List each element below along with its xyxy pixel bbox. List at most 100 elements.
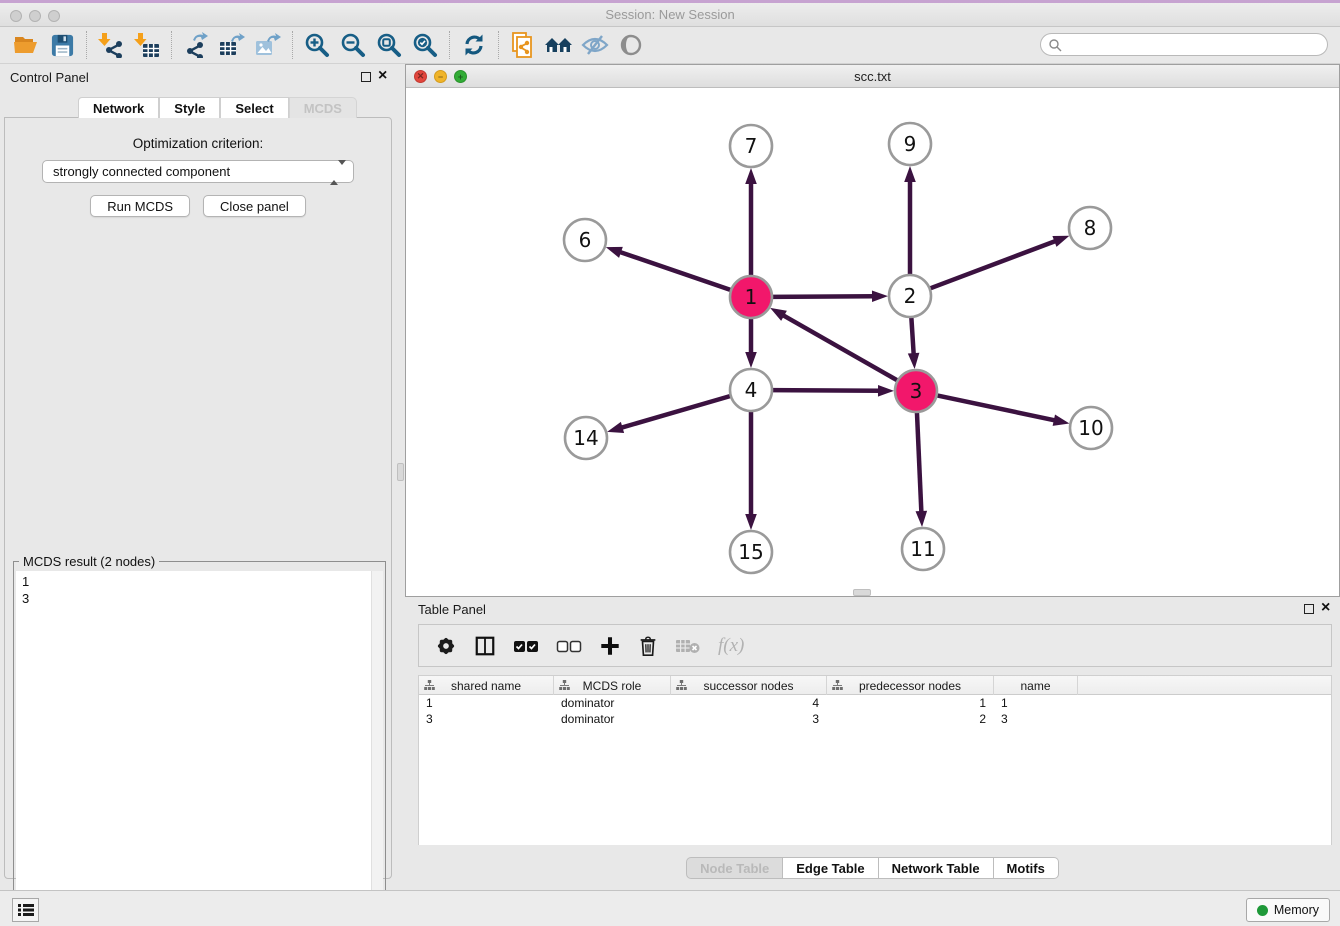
result-scrollbar[interactable]	[371, 571, 383, 926]
node-table: shared nameMCDS rolesuccessor nodesprede…	[418, 675, 1332, 845]
column-type-icon	[424, 680, 435, 691]
edge-arrowhead	[916, 511, 928, 527]
control-panel-tabs: Network Style Select MCDS	[78, 97, 357, 118]
table-cell[interactable]: 3	[671, 711, 827, 727]
graph-edge-3-10[interactable]	[937, 395, 1056, 420]
zoom-selected-icon[interactable]	[407, 29, 443, 61]
mcds-result-box: MCDS result (2 nodes) 1 3	[13, 561, 386, 926]
graph-edge-3-1[interactable]	[782, 315, 897, 381]
zoom-fit-icon[interactable]	[371, 29, 407, 61]
column-header-name[interactable]: name	[994, 676, 1078, 695]
unselect-all-columns-icon[interactable]	[556, 638, 582, 654]
memory-button[interactable]: Memory	[1246, 898, 1330, 922]
network-window-titlebar[interactable]: ✕ − + scc.txt	[406, 65, 1339, 88]
export-table-icon[interactable]	[214, 29, 250, 61]
select-all-columns-icon[interactable]	[513, 638, 539, 654]
export-network-icon[interactable]	[178, 29, 214, 61]
column-type-icon	[676, 680, 687, 691]
close-panel-icon[interactable]: ×	[378, 68, 387, 84]
tab-motifs[interactable]: Motifs	[994, 857, 1059, 879]
graph-edge-4-14[interactable]	[621, 396, 731, 428]
graph-edge-1-2[interactable]	[772, 296, 874, 297]
tab-network[interactable]: Network	[78, 97, 159, 118]
open-folder-icon[interactable]	[8, 29, 44, 61]
table-panel: Table Panel ×	[405, 597, 1340, 890]
network-view-window: ✕ − + scc.txt 7968124314101511	[405, 64, 1340, 597]
graph-node-label: 9	[904, 132, 917, 156]
table-cell[interactable]: 1	[994, 695, 1078, 711]
column-header-successor-nodes[interactable]: successor nodes	[671, 676, 827, 695]
hide-selected-eye-icon[interactable]	[577, 29, 613, 61]
tab-select[interactable]: Select	[220, 97, 288, 118]
graph-edge-4-3[interactable]	[772, 390, 880, 391]
graph-node-label: 8	[1084, 216, 1097, 240]
table-row[interactable]: 3dominator323	[419, 711, 1331, 727]
table-cell[interactable]: 3	[419, 711, 554, 727]
column-header-predecessor-nodes[interactable]: predecessor nodes	[827, 676, 994, 695]
network-window-title: scc.txt	[406, 69, 1339, 84]
network-canvas[interactable]: 7968124314101511	[406, 88, 1339, 596]
table-float-panel-icon[interactable]	[1304, 604, 1314, 614]
dropdown-value: strongly connected component	[53, 164, 230, 179]
edge-arrowhead	[872, 290, 888, 302]
clone-network-icon[interactable]	[505, 29, 541, 61]
import-network-icon[interactable]	[93, 29, 129, 61]
optimization-criterion-dropdown[interactable]: strongly connected component	[42, 160, 354, 183]
graph-edge-3-11[interactable]	[917, 412, 921, 513]
table-cell[interactable]: 2	[827, 711, 994, 727]
tab-style[interactable]: Style	[159, 97, 220, 118]
horizontal-split-handle[interactable]	[853, 589, 871, 596]
table-row[interactable]: 1dominator411	[419, 695, 1331, 711]
toolbar-separator	[292, 31, 293, 59]
column-header-MCDS-role[interactable]: MCDS role	[554, 676, 671, 695]
save-session-icon[interactable]	[44, 29, 80, 61]
graph-node-label: 2	[904, 284, 917, 308]
graph-edge-2-8[interactable]	[930, 241, 1057, 289]
table-cell[interactable]: 1	[419, 695, 554, 711]
table-toolbar: f(x)	[418, 624, 1332, 667]
table-cell[interactable]: dominator	[554, 711, 671, 727]
zoom-out-icon[interactable]	[335, 29, 371, 61]
zoom-in-icon[interactable]	[299, 29, 335, 61]
task-history-button[interactable]	[12, 898, 39, 922]
mcds-panel: Optimization criterion: strongly connect…	[4, 117, 392, 879]
table-close-panel-icon[interactable]: ×	[1321, 600, 1330, 616]
table-cell[interactable]: dominator	[554, 695, 671, 711]
column-header-shared-name[interactable]: shared name	[419, 676, 554, 695]
show-all-eye-icon[interactable]	[613, 29, 649, 61]
status-bar: Memory	[0, 890, 1340, 926]
first-neighbors-icon[interactable]	[541, 29, 577, 61]
graph-edge-1-6[interactable]	[619, 252, 731, 290]
delete-table-icon	[675, 637, 701, 655]
toolbar-separator	[449, 31, 450, 59]
delete-column-trash-icon[interactable]	[638, 635, 658, 657]
split-panel-icon[interactable]	[474, 635, 496, 657]
tab-edge-table[interactable]: Edge Table	[783, 857, 878, 879]
edge-arrowhead	[1053, 414, 1070, 425]
table-cell[interactable]: 1	[827, 695, 994, 711]
graph-edge-2-3[interactable]	[911, 317, 913, 355]
search-field[interactable]	[1040, 33, 1328, 56]
toolbar-separator	[86, 31, 87, 59]
close-panel-button[interactable]: Close panel	[203, 195, 306, 217]
table-cell[interactable]: 3	[994, 711, 1078, 727]
import-table-icon[interactable]	[129, 29, 165, 61]
edge-arrowhead	[745, 352, 757, 368]
add-column-icon[interactable]	[599, 635, 621, 657]
search-input[interactable]	[1062, 38, 1327, 52]
mcds-result-area[interactable]: 1 3	[16, 571, 383, 926]
table-cell[interactable]: 4	[671, 695, 827, 711]
dropdown-stepper-icon	[330, 165, 346, 180]
tab-network-table[interactable]: Network Table	[879, 857, 994, 879]
column-settings-gear-icon[interactable]	[435, 635, 457, 657]
table-panel-title: Table Panel	[418, 602, 486, 617]
tab-mcds[interactable]: MCDS	[289, 97, 357, 118]
network-graph[interactable]: 7968124314101511	[406, 88, 1339, 596]
export-image-icon[interactable]	[250, 29, 286, 61]
float-panel-icon[interactable]	[361, 72, 371, 82]
vertical-split-handle[interactable]	[397, 463, 404, 481]
refresh-view-icon[interactable]	[456, 29, 492, 61]
column-type-icon	[559, 680, 570, 691]
run-mcds-button[interactable]: Run MCDS	[90, 195, 190, 217]
tab-node-table[interactable]: Node Table	[686, 857, 783, 879]
